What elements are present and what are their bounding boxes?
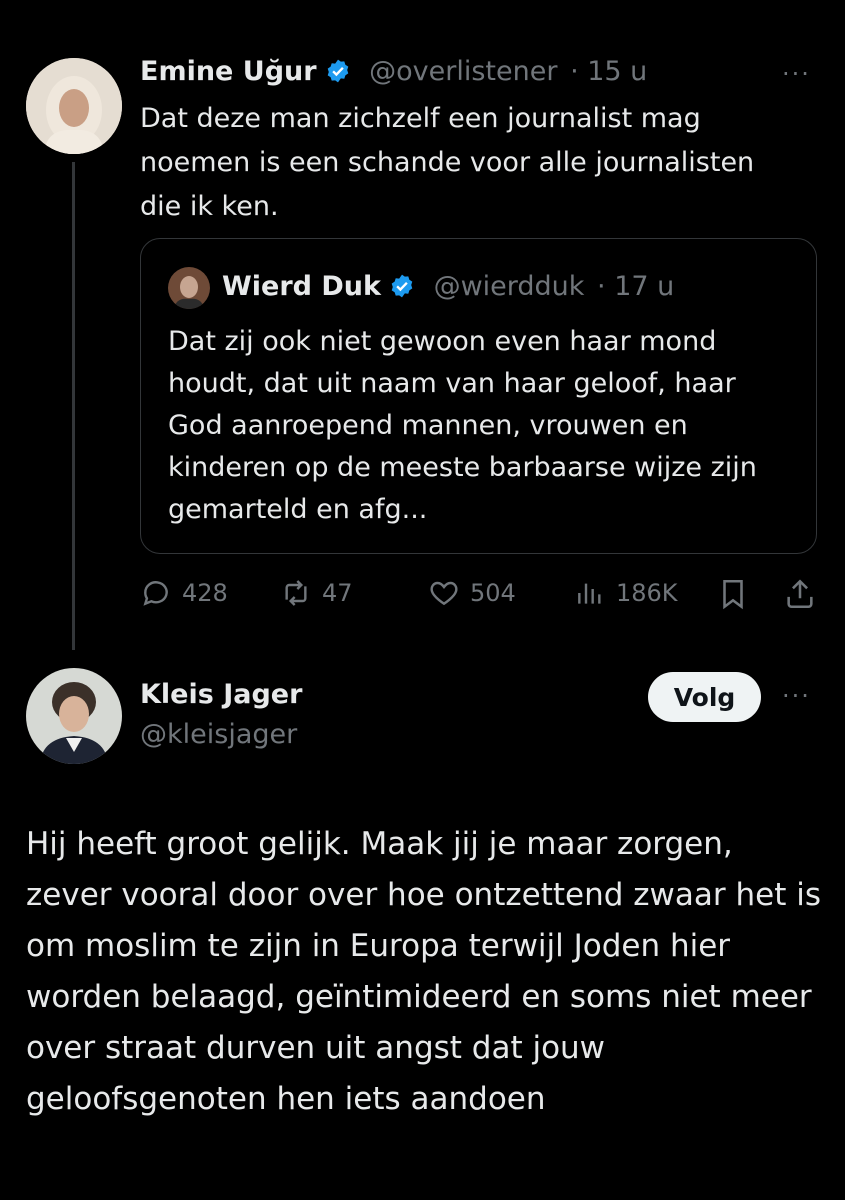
bookmark-button[interactable] xyxy=(716,577,750,615)
avatar-wierd xyxy=(168,267,210,309)
reply-icon xyxy=(143,581,168,606)
share-button[interactable] xyxy=(783,577,817,615)
quoted-post-time: · 17 u xyxy=(597,271,675,302)
main-author-handle[interactable]: @kleisjager xyxy=(140,719,297,750)
repost-button[interactable]: 47 xyxy=(280,577,353,609)
views-button[interactable]: 186K xyxy=(574,577,678,609)
reply-count: 428 xyxy=(182,579,228,607)
post-time[interactable]: · 15 u xyxy=(570,56,647,87)
more-icon[interactable]: ··· xyxy=(782,682,811,710)
verified-badge-icon xyxy=(391,274,413,298)
quoted-text: Dat zij ook niet gewoon even haar mond h… xyxy=(168,326,757,525)
share-icon xyxy=(787,579,813,609)
quoted-author-handle: @wierdduk xyxy=(433,271,585,302)
author-handle[interactable]: @overlistener xyxy=(369,56,557,87)
repost-icon xyxy=(285,580,307,606)
reply-text: Dat deze man zichzelf een journalist mag… xyxy=(140,103,755,222)
avatar-kleis-image xyxy=(26,668,122,764)
verified-badge-icon xyxy=(327,59,348,83)
follow-button[interactable]: Volg xyxy=(648,672,761,722)
avatar-emine-image xyxy=(26,58,122,154)
avatar-kleis[interactable] xyxy=(26,668,122,764)
reply-header: Emine Uğur @overlistener · 15 u xyxy=(140,56,647,87)
views-count: 186K xyxy=(616,579,678,607)
follow-label: Volg xyxy=(673,682,736,712)
author-name[interactable]: Emine Uğur xyxy=(140,56,317,87)
avatar-wierd-image xyxy=(168,267,210,309)
quoted-header: Wierd Duk @wierdduk · 17 u xyxy=(222,271,674,302)
main-text: Hij heeft groot gelijk. Maak jij je maar… xyxy=(26,826,821,1117)
like-button[interactable]: 504 xyxy=(428,577,516,609)
bookmark-icon xyxy=(723,579,743,610)
thread-line xyxy=(72,162,75,650)
repost-count: 47 xyxy=(322,579,353,607)
views-icon xyxy=(578,583,601,604)
like-icon xyxy=(430,581,458,606)
main-author-name[interactable]: Kleis Jager xyxy=(140,679,302,710)
reply-button[interactable]: 428 xyxy=(140,577,228,609)
more-icon[interactable]: ··· xyxy=(782,60,811,88)
like-count: 504 xyxy=(470,579,516,607)
quoted-author-name: Wierd Duk xyxy=(222,271,381,302)
avatar-emine[interactable] xyxy=(26,58,122,154)
